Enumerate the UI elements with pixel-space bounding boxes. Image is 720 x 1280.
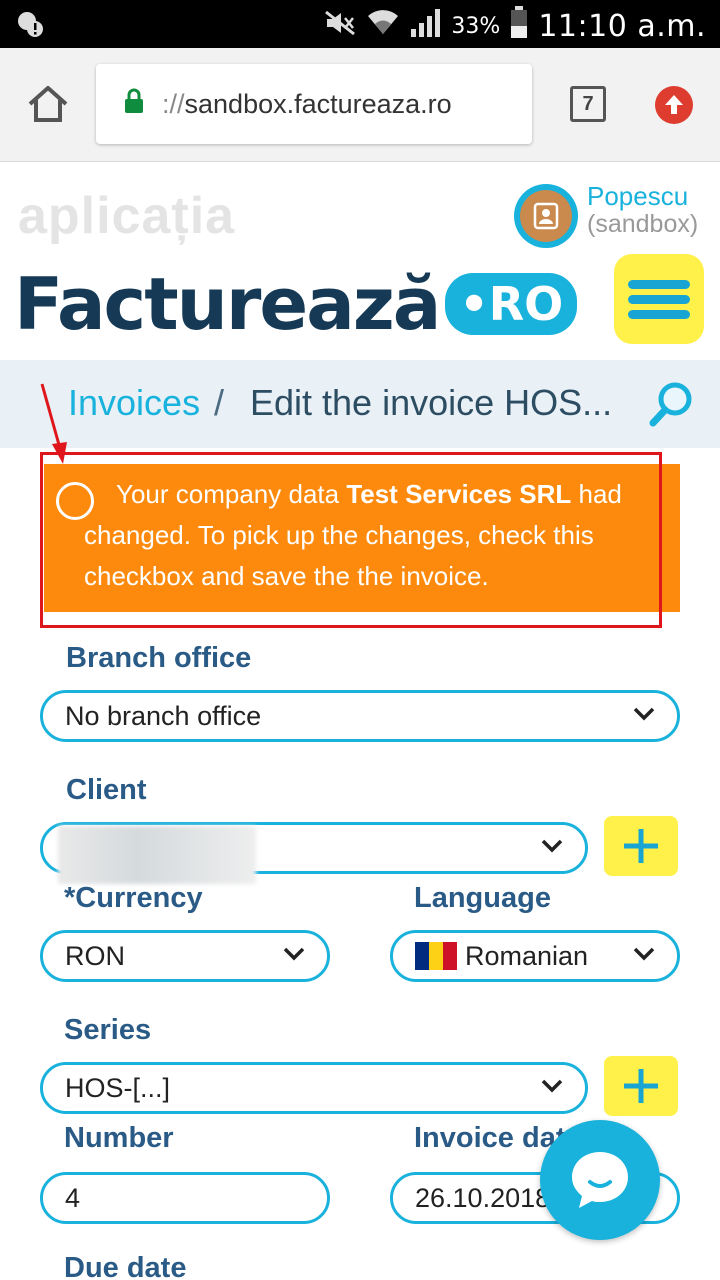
home-icon[interactable] — [26, 84, 70, 124]
signal-icon — [409, 7, 441, 45]
lock-icon — [124, 88, 144, 121]
language-label: Language — [414, 882, 551, 914]
number-input[interactable]: 4 — [40, 1172, 330, 1224]
user-icon — [520, 190, 572, 242]
clock: 11:10 a.m. — [538, 8, 706, 44]
chat-bubble-icon — [572, 1152, 628, 1208]
breadcrumb: Invoices / Edit the invoice HOS... — [0, 360, 720, 448]
chevron-down-icon — [541, 839, 563, 853]
breadcrumb-separator: / — [214, 382, 225, 423]
number-value: 4 — [65, 1183, 81, 1213]
currency-select[interactable]: RON — [40, 930, 330, 982]
client-label: Client — [66, 774, 147, 806]
redacted-client-name — [58, 826, 256, 884]
chevron-down-icon — [541, 1079, 563, 1093]
add-series-button[interactable] — [604, 1056, 678, 1116]
logo-wordmark: Facturează — [14, 262, 441, 346]
url-scheme: :// — [162, 88, 185, 119]
browser-toolbar: :// sandbox.factureaza.ro 7 — [0, 48, 720, 162]
branch-office-value: No branch office — [65, 701, 262, 731]
search-icon[interactable] — [648, 380, 696, 428]
brand-tagline: aplicația — [18, 187, 236, 245]
avatar[interactable] — [514, 184, 578, 248]
wifi-icon — [367, 8, 399, 44]
user-name: Popescu — [587, 181, 689, 211]
annotation-highlight-box — [40, 452, 662, 628]
mute-icon — [323, 9, 357, 44]
currency-label: *Currency — [64, 882, 203, 914]
update-icon[interactable] — [655, 86, 693, 124]
language-value: Romanian — [465, 941, 589, 971]
currency-value: RON — [65, 941, 125, 971]
series-select[interactable]: HOS-[...] — [40, 1062, 588, 1114]
language-select[interactable]: Romanian — [390, 930, 680, 982]
address-bar[interactable]: :// sandbox.factureaza.ro — [96, 64, 532, 144]
chevron-down-icon — [283, 947, 305, 961]
site-logo[interactable]: Facturează •RO — [14, 262, 578, 346]
romania-flag-icon — [415, 942, 457, 970]
branch-office-select[interactable]: No branch office — [40, 690, 680, 742]
url-host: sandbox.factureaza.ro — [184, 88, 452, 119]
plus-icon — [624, 829, 658, 863]
user-environment: (sandbox) — [587, 210, 699, 238]
logo-ro-badge: •RO — [445, 273, 578, 335]
tab-switcher-button[interactable]: 7 — [570, 86, 606, 122]
due-date-label: Due date — [64, 1252, 187, 1280]
number-label: Number — [64, 1122, 174, 1154]
battery-icon — [510, 6, 528, 46]
hamburger-menu-icon[interactable] — [614, 254, 704, 344]
branch-office-label: Branch office — [66, 642, 252, 674]
chevron-down-icon — [633, 707, 655, 721]
breadcrumb-invoices-link[interactable]: Invoices — [68, 382, 200, 424]
user-info[interactable]: Popescu (sandbox) — [587, 182, 698, 238]
page-title: Edit the invoice HOS... — [250, 382, 613, 423]
series-label: Series — [64, 1014, 152, 1046]
chat-button[interactable] — [540, 1120, 660, 1240]
invoice-date-value: 26.10.2018 — [415, 1183, 551, 1213]
chevron-down-icon — [633, 947, 655, 961]
plus-icon — [624, 1069, 658, 1103]
series-value: HOS-[...] — [65, 1073, 171, 1103]
add-client-button[interactable] — [604, 816, 678, 876]
battery-percent: 33% — [451, 13, 501, 39]
annotation-arrow — [40, 383, 67, 464]
notification-icon — [16, 10, 44, 43]
status-bar: 33% 11:10 a.m. — [0, 0, 720, 48]
